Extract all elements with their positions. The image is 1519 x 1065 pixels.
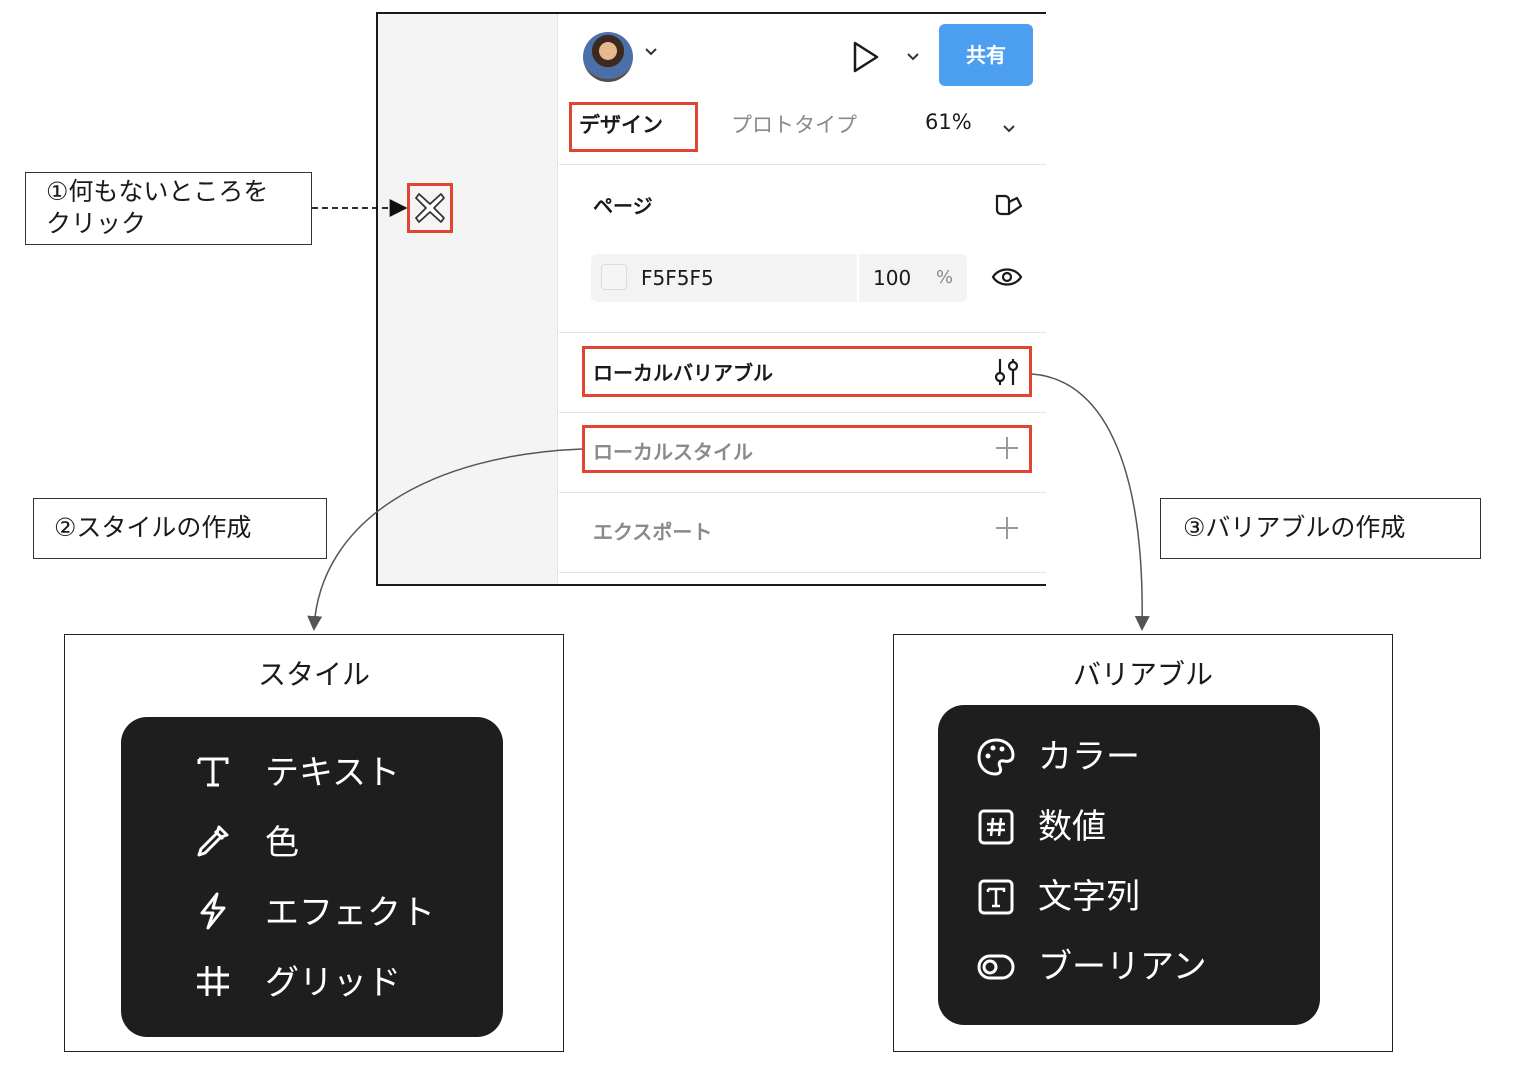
styles-figure: スタイル テキスト 色 エフェクト グリッド	[64, 634, 564, 1052]
menu-item-grid[interactable]	[193, 961, 233, 1005]
menu-item-color-label[interactable]: 色	[265, 823, 299, 863]
menu-item-color[interactable]	[976, 737, 1016, 781]
menu-item-text[interactable]	[193, 751, 233, 795]
palette-icon	[977, 738, 1015, 776]
menu-item-number-label[interactable]: 数値	[1038, 807, 1106, 847]
menu-item-color-label[interactable]: カラー	[1038, 737, 1140, 777]
menu-item-string-label[interactable]: 文字列	[1038, 877, 1140, 917]
variables-menu: カラー 数値 文字列 ブーリアン	[938, 705, 1320, 1025]
menu-item-text-label[interactable]: テキスト	[265, 753, 400, 793]
lightning-icon	[200, 892, 226, 930]
menu-item-grid-label[interactable]: グリッド	[265, 963, 401, 1003]
grid-icon	[197, 966, 229, 996]
menu-item-boolean[interactable]	[976, 947, 1016, 991]
menu-item-color[interactable]	[193, 821, 233, 865]
variables-figure-title: バリアブル	[1072, 658, 1213, 691]
text-icon	[197, 757, 229, 787]
menu-item-string[interactable]	[976, 877, 1016, 921]
menu-item-effect-label[interactable]: エフェクト	[265, 893, 435, 933]
menu-item-number[interactable]	[976, 807, 1016, 851]
menu-item-effect[interactable]	[193, 891, 233, 935]
variables-figure: バリアブル カラー 数値 文字列 ブーリアン	[893, 634, 1393, 1052]
hash-icon	[978, 809, 1014, 845]
eyedropper-icon	[197, 825, 229, 857]
menu-item-boolean-label[interactable]: ブーリアン	[1038, 947, 1207, 987]
arrow-to-variables	[1031, 373, 1150, 631]
styles-menu: テキスト 色 エフェクト グリッド	[121, 717, 503, 1037]
toggle-icon	[977, 954, 1015, 980]
text-box-icon	[978, 879, 1014, 915]
styles-figure-title: スタイル	[257, 658, 370, 691]
arrow-to-styles	[307, 448, 583, 631]
